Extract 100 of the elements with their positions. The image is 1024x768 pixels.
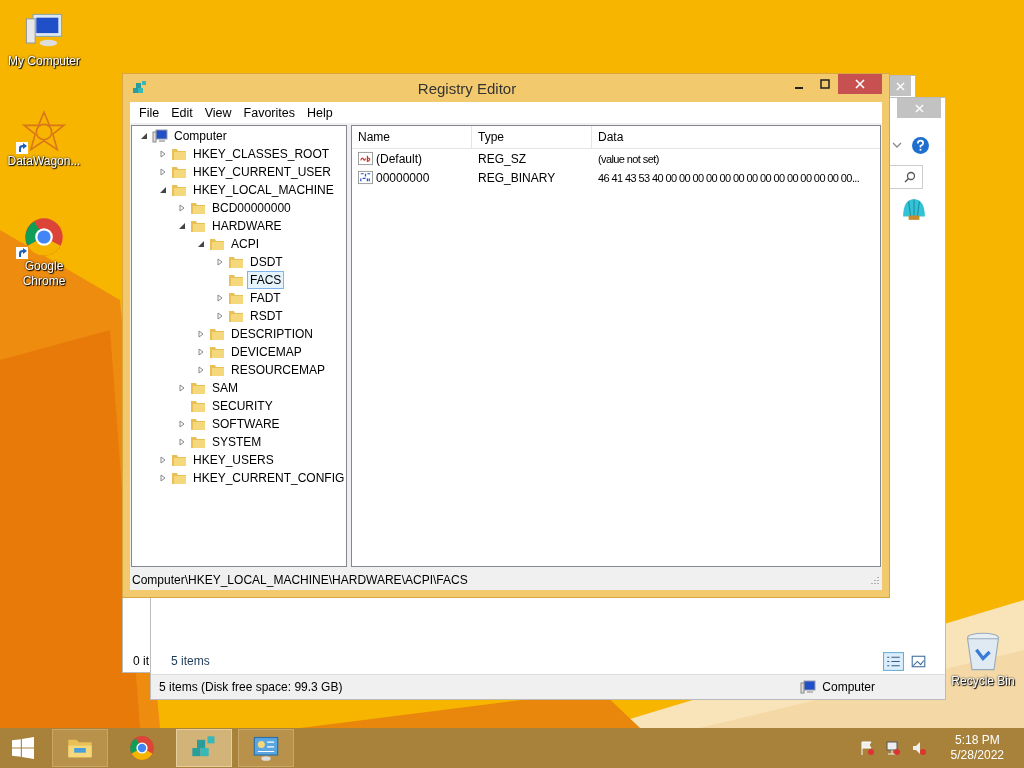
menu-item[interactable]: Help xyxy=(301,105,339,120)
collapsed-arrow-icon[interactable] xyxy=(178,384,186,392)
collapsed-arrow-icon[interactable] xyxy=(216,312,224,320)
column-header[interactable]: Name xyxy=(352,126,472,148)
tree-item[interactable]: SOFTWARE xyxy=(209,415,283,433)
status-text: 0 it xyxy=(132,653,149,670)
tree-item[interactable]: Computer xyxy=(171,127,230,145)
tree-item[interactable]: RSDT xyxy=(247,307,286,325)
minimize-icon xyxy=(795,87,803,89)
close-button[interactable] xyxy=(889,76,911,96)
folder-icon xyxy=(171,452,187,468)
resize-grip-icon[interactable] xyxy=(870,575,880,585)
collapsed-arrow-icon[interactable] xyxy=(178,204,186,212)
folder-icon xyxy=(190,380,206,396)
folder-icon xyxy=(171,182,187,198)
search-field[interactable] xyxy=(889,165,923,189)
folder-icon xyxy=(209,326,225,342)
binary-value-icon xyxy=(358,170,373,185)
tree-item[interactable]: HKEY_LOCAL_MACHINE xyxy=(190,181,337,199)
tree-item[interactable]: SYSTEM xyxy=(209,433,265,451)
collapsed-arrow-icon[interactable] xyxy=(159,168,167,176)
tree-item[interactable]: HARDWARE xyxy=(209,217,285,235)
search-icon xyxy=(904,171,916,183)
menu-item[interactable]: View xyxy=(198,105,238,120)
clock-time[interactable]: 5:18 PM xyxy=(954,733,1000,748)
location-label: Computer xyxy=(822,680,875,694)
collapsed-arrow-icon[interactable] xyxy=(159,456,167,464)
collapsed-arrow-icon[interactable] xyxy=(159,150,167,158)
value-data: 46 41 43 53 40 00 00 00 00 00 00 00 00 00 00 00 00 00 00... xyxy=(597,171,861,184)
folder-icon xyxy=(228,254,244,270)
item-count: 5 items xyxy=(171,654,210,668)
close-button[interactable] xyxy=(838,74,882,94)
expanded-arrow-icon[interactable] xyxy=(159,186,167,194)
collapsed-arrow-icon[interactable] xyxy=(178,420,186,428)
collapsed-arrow-icon[interactable] xyxy=(197,366,205,374)
expanded-arrow-icon[interactable] xyxy=(140,132,148,140)
tree-item[interactable]: HKEY_CURRENT_CONFIG xyxy=(190,469,346,487)
folder-icon xyxy=(190,200,206,216)
windows-logo-icon[interactable] xyxy=(12,737,34,759)
expanded-arrow-icon[interactable] xyxy=(197,240,205,248)
collapsed-arrow-icon[interactable] xyxy=(197,348,205,356)
tree-item[interactable]: SAM xyxy=(209,379,241,397)
tree-item[interactable]: HKEY_CURRENT_USER xyxy=(190,163,335,181)
expanded-arrow-icon[interactable] xyxy=(178,222,186,230)
tree-item[interactable]: HKEY_CLASSES_ROOT xyxy=(190,145,333,163)
shell-icon[interactable] xyxy=(901,197,927,221)
tree-item[interactable]: SECURITY xyxy=(209,397,276,415)
tree-item[interactable]: FACS xyxy=(247,271,285,289)
folder-icon xyxy=(171,146,187,162)
cubes-icon xyxy=(132,80,148,96)
value-name[interactable]: (Default) xyxy=(376,151,422,166)
help-icon[interactable] xyxy=(912,136,929,154)
control-panel-icon xyxy=(252,734,280,762)
tree-item[interactable]: DSDT xyxy=(247,253,286,271)
tree-item[interactable]: DESCRIPTION xyxy=(228,325,316,343)
menu-item[interactable]: Favorites xyxy=(237,105,301,120)
menu-item[interactable]: File xyxy=(133,105,166,120)
value-name[interactable]: 00000000 xyxy=(376,170,430,185)
muted-speaker-icon[interactable] xyxy=(910,740,927,756)
column-header[interactable]: Data xyxy=(592,126,880,148)
chrome-icon xyxy=(128,734,156,762)
tree-item[interactable]: FADT xyxy=(247,289,284,307)
menu-item[interactable]: Edit xyxy=(165,105,199,120)
flag-icon[interactable] xyxy=(858,740,875,756)
collapsed-arrow-icon[interactable] xyxy=(197,330,205,338)
computer-icon xyxy=(800,679,817,695)
clock-date[interactable]: 5/28/2022 xyxy=(950,748,1004,763)
collapsed-arrow-icon[interactable] xyxy=(216,258,224,266)
folder-icon xyxy=(190,398,206,414)
close-icon xyxy=(914,103,924,113)
tree-item[interactable]: BCD00000000 xyxy=(209,199,294,217)
folder-icon xyxy=(209,236,225,252)
value-type: REG_BINARY xyxy=(477,170,557,185)
value-type: REG_SZ xyxy=(477,151,527,166)
details-view-icon[interactable] xyxy=(883,651,904,671)
taskbar-button[interactable] xyxy=(238,729,294,767)
computer-icon xyxy=(152,128,168,144)
folder-icon xyxy=(209,362,225,378)
column-header[interactable]: Type xyxy=(472,126,592,148)
tree-item[interactable]: HKEY_USERS xyxy=(190,451,277,469)
folder-icon xyxy=(190,434,206,450)
chrome-icon[interactable] xyxy=(22,215,66,259)
folder-icon xyxy=(228,272,244,288)
folder-icon xyxy=(171,470,187,486)
collapsed-arrow-icon[interactable] xyxy=(159,474,167,482)
folder-icon xyxy=(228,290,244,306)
chevron-down-icon[interactable] xyxy=(892,142,902,148)
tree-item[interactable]: ACPI xyxy=(228,235,262,253)
folder-icon xyxy=(190,416,206,432)
collapsed-arrow-icon[interactable] xyxy=(216,294,224,302)
tree-item[interactable]: RESOURCEMAP xyxy=(228,361,328,379)
collapsed-arrow-icon[interactable] xyxy=(178,438,186,446)
tree-item[interactable]: DEVICEMAP xyxy=(228,343,305,361)
close-icon xyxy=(895,81,905,91)
taskbar-button[interactable] xyxy=(176,729,232,767)
star-pattern-icon[interactable] xyxy=(22,110,66,154)
taskbar-button[interactable] xyxy=(52,729,108,767)
string-value-icon xyxy=(358,151,373,166)
folder-icon xyxy=(190,218,206,234)
network-icon[interactable] xyxy=(884,740,901,756)
